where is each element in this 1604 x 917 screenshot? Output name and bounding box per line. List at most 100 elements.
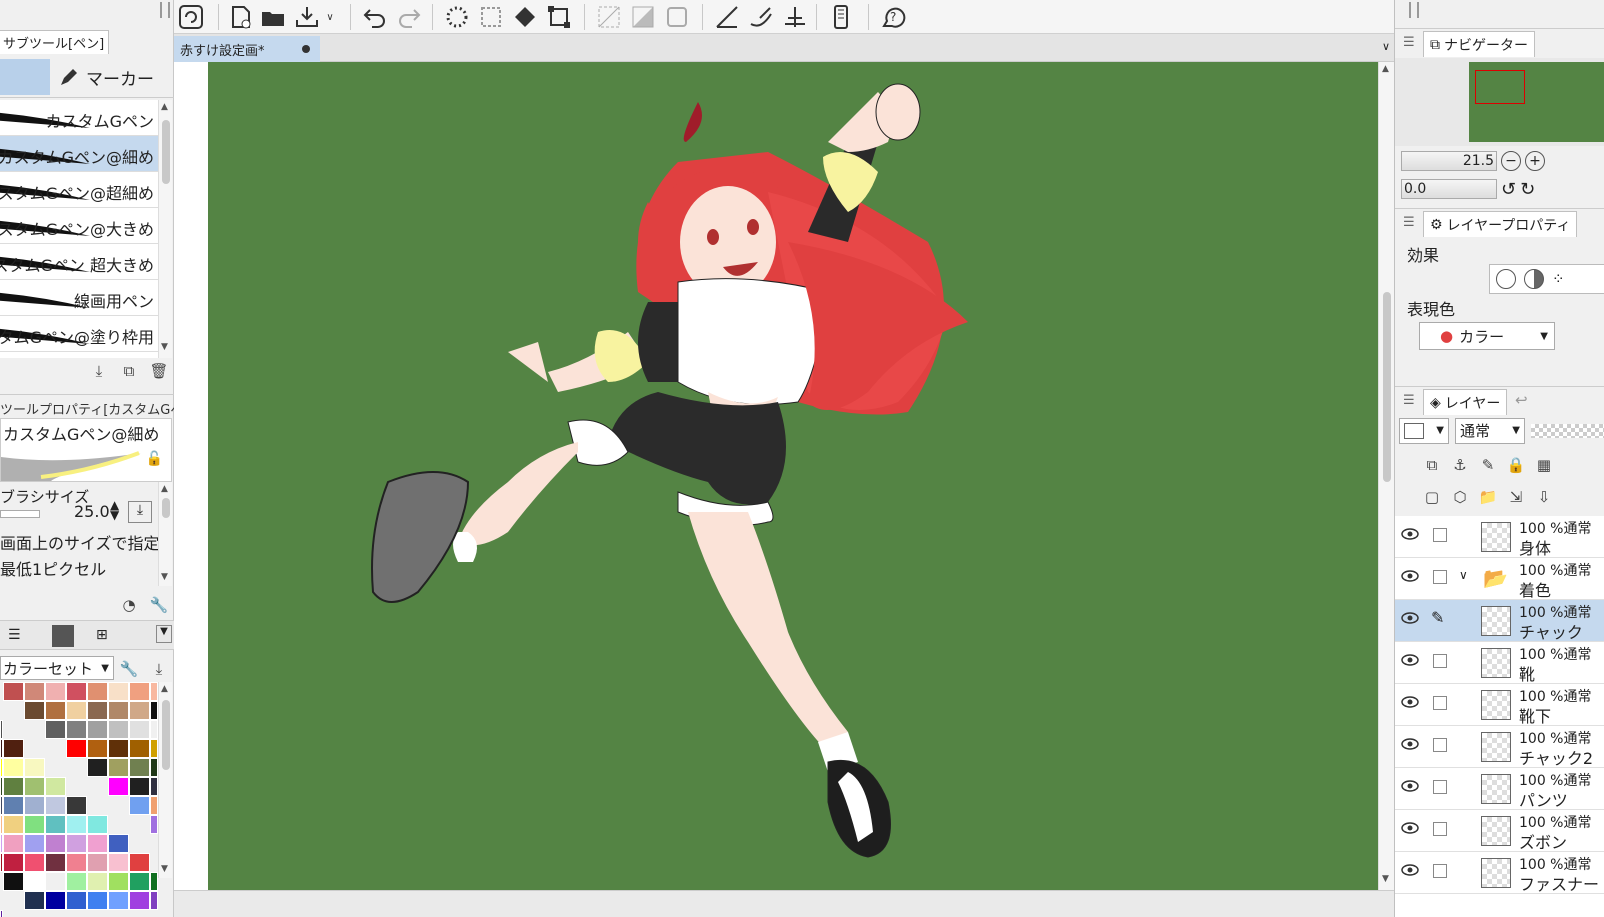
brush-list-scrollbar[interactable]: ▲ ▼: [158, 100, 172, 358]
color-swatch[interactable]: [3, 758, 24, 777]
new-folder-icon[interactable]: 📁: [1477, 486, 1499, 508]
fill-icon[interactable]: [510, 2, 540, 32]
scroll-up-icon[interactable]: ▲: [161, 102, 168, 112]
layer-checkbox[interactable]: [1433, 570, 1447, 584]
border-effect-icon[interactable]: [1496, 269, 1516, 289]
color-swatch[interactable]: [108, 834, 129, 853]
color-swatch[interactable]: [45, 872, 66, 891]
color-swatch[interactable]: [150, 891, 158, 910]
color-swatch[interactable]: [87, 853, 108, 872]
layer-row[interactable]: 100 %通常 身体: [1395, 516, 1604, 558]
canvas[interactable]: [208, 62, 1378, 890]
download-icon[interactable]: ⤓: [148, 658, 170, 680]
color-swatch[interactable]: [150, 682, 158, 701]
color-swatch[interactable]: [3, 682, 24, 701]
clip-studio-icon[interactable]: [176, 2, 206, 32]
expression-color-select[interactable]: ● カラー ▼: [1419, 322, 1555, 350]
color-swatch[interactable]: [66, 872, 87, 891]
layer-checkbox[interactable]: [1433, 696, 1447, 710]
eye-icon[interactable]: [1401, 696, 1419, 708]
new-file-icon[interactable]: [226, 2, 256, 32]
color-swatch[interactable]: [150, 777, 158, 796]
color-swatch[interactable]: [87, 891, 108, 910]
color-swatch[interactable]: [87, 701, 108, 720]
color-swatch[interactable]: [3, 777, 24, 796]
color-swatch[interactable]: [66, 701, 87, 720]
layer-row[interactable]: 100 %通常 靴下: [1395, 684, 1604, 726]
size-download-icon[interactable]: ⤓: [128, 501, 152, 523]
subtool-panel-tab[interactable]: サブツール[ペン]: [0, 30, 110, 54]
colorset-select[interactable]: カラーセット ▼: [0, 656, 114, 680]
wrench-icon[interactable]: 🔧: [118, 658, 140, 680]
color-swatch[interactable]: [108, 682, 129, 701]
subtool-category-marker[interactable]: マーカー: [52, 59, 170, 95]
chevron-down-icon[interactable]: ∨: [1382, 40, 1390, 53]
color-swatch[interactable]: [129, 739, 150, 758]
navigator-tab[interactable]: ⧉ ナビゲーター: [1423, 31, 1535, 57]
color-swatch[interactable]: [87, 872, 108, 891]
brush-item[interactable]: カスタムGペン 超大きめ: [0, 244, 158, 280]
eye-icon[interactable]: [1401, 570, 1419, 582]
color-swatch[interactable]: [24, 891, 45, 910]
color-swatch[interactable]: [129, 796, 150, 815]
download-subtool-icon[interactable]: ⤓: [88, 360, 110, 382]
color-swatch[interactable]: [129, 758, 150, 777]
color-swatch[interactable]: [129, 720, 150, 739]
blend-mode-select[interactable]: 通常 ▼: [1455, 418, 1525, 444]
layer-row[interactable]: ∨ 📂 100 %通常 着色: [1395, 558, 1604, 600]
color-swatch[interactable]: [24, 701, 45, 720]
color-swatch[interactable]: [45, 720, 66, 739]
transform-icon[interactable]: [544, 2, 574, 32]
opacity-slider[interactable]: [1531, 424, 1604, 438]
color-swatch[interactable]: [150, 796, 158, 815]
layer-property-tab[interactable]: ⚙ レイヤープロパティ: [1423, 211, 1578, 237]
color-swatch[interactable]: [66, 853, 87, 872]
color-swatch[interactable]: [129, 891, 150, 910]
scroll-down-icon[interactable]: ▼: [161, 342, 168, 352]
menu-icon[interactable]: ☰: [1403, 393, 1415, 408]
color-set-tab-icon[interactable]: [52, 625, 74, 647]
new-vector-layer-icon[interactable]: ⬡: [1449, 486, 1471, 508]
color-swatch[interactable]: [24, 834, 45, 853]
scroll-up-icon[interactable]: ▲: [161, 484, 168, 494]
color-swatch[interactable]: [108, 739, 129, 758]
scroll-thumb[interactable]: [162, 700, 170, 770]
lock-icon[interactable]: 🔒: [1505, 454, 1527, 476]
brush-item[interactable]: カスタムGペン@超細め: [0, 172, 158, 208]
curve-ruler-icon[interactable]: [746, 2, 776, 32]
color-swatch[interactable]: [45, 682, 66, 701]
duplicate-subtool-icon[interactable]: ⧉: [118, 360, 140, 382]
eye-icon[interactable]: [1401, 612, 1419, 624]
color-swatch[interactable]: [87, 739, 108, 758]
rotate-right-icon[interactable]: ↻: [1520, 179, 1535, 200]
redo-icon[interactable]: [394, 2, 424, 32]
color-swatch[interactable]: [45, 777, 66, 796]
color-swatch[interactable]: [87, 834, 108, 853]
color-swatch[interactable]: [66, 815, 87, 834]
scroll-thumb[interactable]: [162, 120, 170, 184]
color-swatch[interactable]: [24, 682, 45, 701]
color-swatch[interactable]: [24, 777, 45, 796]
select-all-icon[interactable]: [476, 2, 506, 32]
layer-checkbox[interactable]: [1433, 654, 1447, 668]
color-swatch[interactable]: [108, 701, 129, 720]
canvas-scrollbar[interactable]: ▲ ▼: [1378, 62, 1394, 890]
scroll-down-icon[interactable]: ▼: [1382, 874, 1389, 884]
scroll-down-icon[interactable]: ▼: [161, 572, 168, 582]
merge-layer-icon[interactable]: ⇩: [1533, 486, 1555, 508]
color-swatch[interactable]: [150, 815, 158, 834]
color-swatch[interactable]: [129, 682, 150, 701]
color-slider-tab-icon[interactable]: ☰: [8, 627, 21, 643]
brush-item[interactable]: カスタムGペン@細め: [0, 136, 158, 172]
color-swatch[interactable]: [3, 834, 24, 853]
zoom-out-icon[interactable]: −: [1501, 151, 1521, 171]
layer-tab[interactable]: ◈ レイヤー: [1423, 389, 1508, 415]
color-swatch[interactable]: [150, 739, 158, 758]
color-swatch[interactable]: [66, 720, 87, 739]
color-swatch[interactable]: [129, 853, 150, 872]
lock-transparent-icon[interactable]: ▦: [1533, 454, 1555, 476]
color-swatch[interactable]: [150, 758, 158, 777]
tool-property-scrollbar[interactable]: ▲ ▼: [158, 482, 172, 586]
color-swatch[interactable]: [108, 758, 129, 777]
color-swatch[interactable]: [108, 720, 129, 739]
